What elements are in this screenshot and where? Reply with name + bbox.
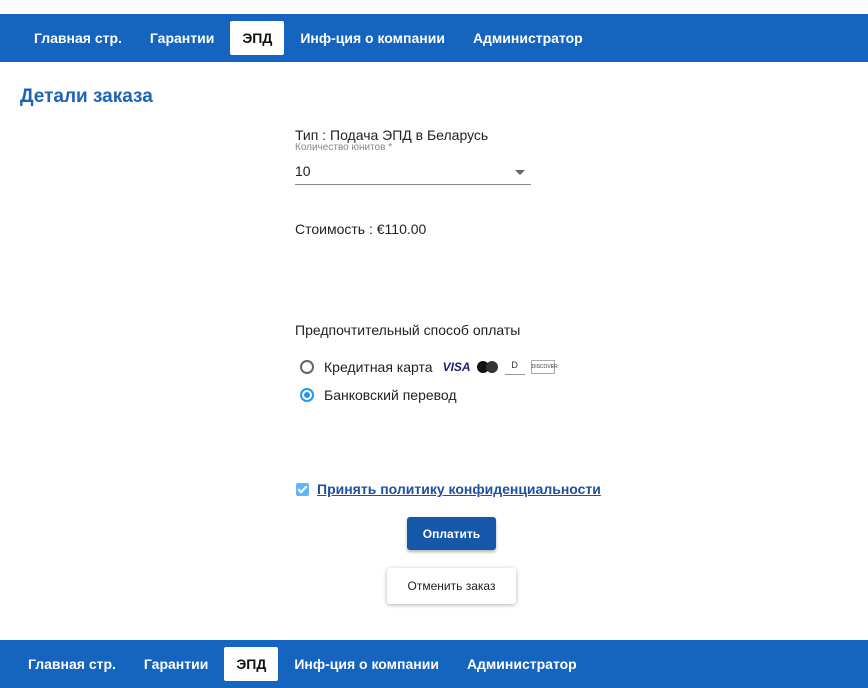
bank-transfer-label: Банковский перевод	[324, 387, 457, 403]
footer-nav-item-company-info[interactable]: Инф-ция о компании	[282, 647, 451, 681]
card-brands: VISA D DISCOVER	[442, 360, 558, 375]
payment-option-bank-transfer[interactable]: Банковский перевод	[300, 387, 457, 403]
nav-item-guarantees[interactable]: Гарантии	[138, 21, 226, 55]
nav-item-company-info[interactable]: Инф-ция о компании	[288, 21, 457, 55]
privacy-policy-row[interactable]: Принять политику конфиденциальности	[296, 481, 601, 497]
pay-button[interactable]: Оплатить	[407, 517, 496, 550]
credit-card-label: Кредитная карта	[324, 359, 433, 375]
footer-nav-item-epd[interactable]: ЭПД	[224, 647, 279, 681]
diners-club-icon: D	[504, 360, 525, 375]
order-type: Тип : Подача ЭПД в Беларусь	[295, 127, 489, 143]
chevron-down-icon	[515, 170, 525, 175]
discover-icon: DISCOVER	[530, 360, 558, 374]
footer-nav-item-guarantees[interactable]: Гарантии	[132, 647, 220, 681]
visa-icon: VISA	[442, 360, 471, 374]
mastercard-icon	[476, 361, 499, 373]
payment-option-credit-card[interactable]: Кредитная карта VISA D DISCOVER	[300, 359, 558, 375]
privacy-policy-link[interactable]: Принять политику конфиденциальности	[317, 481, 601, 497]
bottom-navbar: Главная стр. Гарантии ЭПД Инф-ция о комп…	[0, 640, 868, 688]
payment-method-title: Предпочтительный способ оплаты	[295, 322, 521, 338]
units-label: Количество юнитов *	[295, 142, 393, 153]
radio-bank-transfer[interactable]	[300, 388, 314, 402]
cancel-order-button[interactable]: Отменить заказ	[387, 568, 516, 604]
units-select[interactable]: 10	[295, 160, 531, 185]
top-navbar: Главная стр. Гарантии ЭПД Инф-ция о комп…	[0, 14, 868, 62]
order-cost: Стоимость : €110.00	[295, 221, 427, 237]
nav-item-epd[interactable]: ЭПД	[230, 21, 285, 55]
privacy-policy-checkbox[interactable]	[296, 482, 309, 496]
page-title: Детали заказа	[20, 86, 153, 107]
units-value: 10	[295, 163, 311, 179]
nav-item-administrator[interactable]: Администратор	[461, 21, 595, 55]
footer-nav-item-administrator[interactable]: Администратор	[455, 647, 589, 681]
radio-credit-card[interactable]	[300, 360, 314, 374]
footer-nav-item-home[interactable]: Главная стр.	[16, 647, 128, 681]
nav-item-home[interactable]: Главная стр.	[22, 21, 134, 55]
